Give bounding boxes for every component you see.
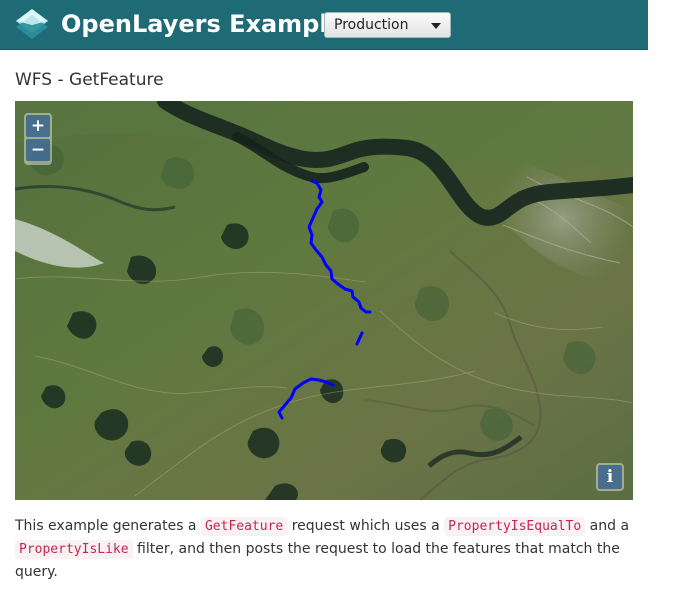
zoom-control: + − (24, 113, 52, 165)
property-like-code: PropertyIsLike (15, 540, 133, 559)
top-navbar: OpenLayers Examples Production (0, 0, 648, 50)
description-text-2: request which uses a (287, 518, 445, 534)
map-viewport[interactable]: + − i (15, 101, 633, 500)
version-select[interactable]: Production (324, 12, 451, 38)
property-equal-to-code: PropertyIsEqualTo (444, 517, 586, 536)
related-api-text-fragment (15, 594, 19, 600)
related-api-links (15, 591, 665, 600)
zoom-in-button[interactable]: + (26, 115, 50, 137)
brand-title[interactable]: OpenLayers Examples (61, 8, 358, 40)
satellite-basemap[interactable] (15, 101, 633, 500)
attribution-info-button[interactable]: i (598, 465, 622, 489)
attribution-control: i (596, 463, 624, 491)
chevron-down-icon (431, 23, 441, 29)
version-select-value: Production (334, 17, 409, 33)
openlayers-logo-icon[interactable] (14, 7, 50, 43)
zoom-out-button[interactable]: − (26, 139, 50, 161)
example-description: This example generates a GetFeature requ… (15, 515, 630, 583)
get-feature-code: GetFeature (200, 517, 288, 536)
page-title: WFS - GetFeature (15, 70, 164, 90)
description-text-3: and a (585, 518, 630, 534)
description-text-1: This example generates a (15, 518, 201, 534)
